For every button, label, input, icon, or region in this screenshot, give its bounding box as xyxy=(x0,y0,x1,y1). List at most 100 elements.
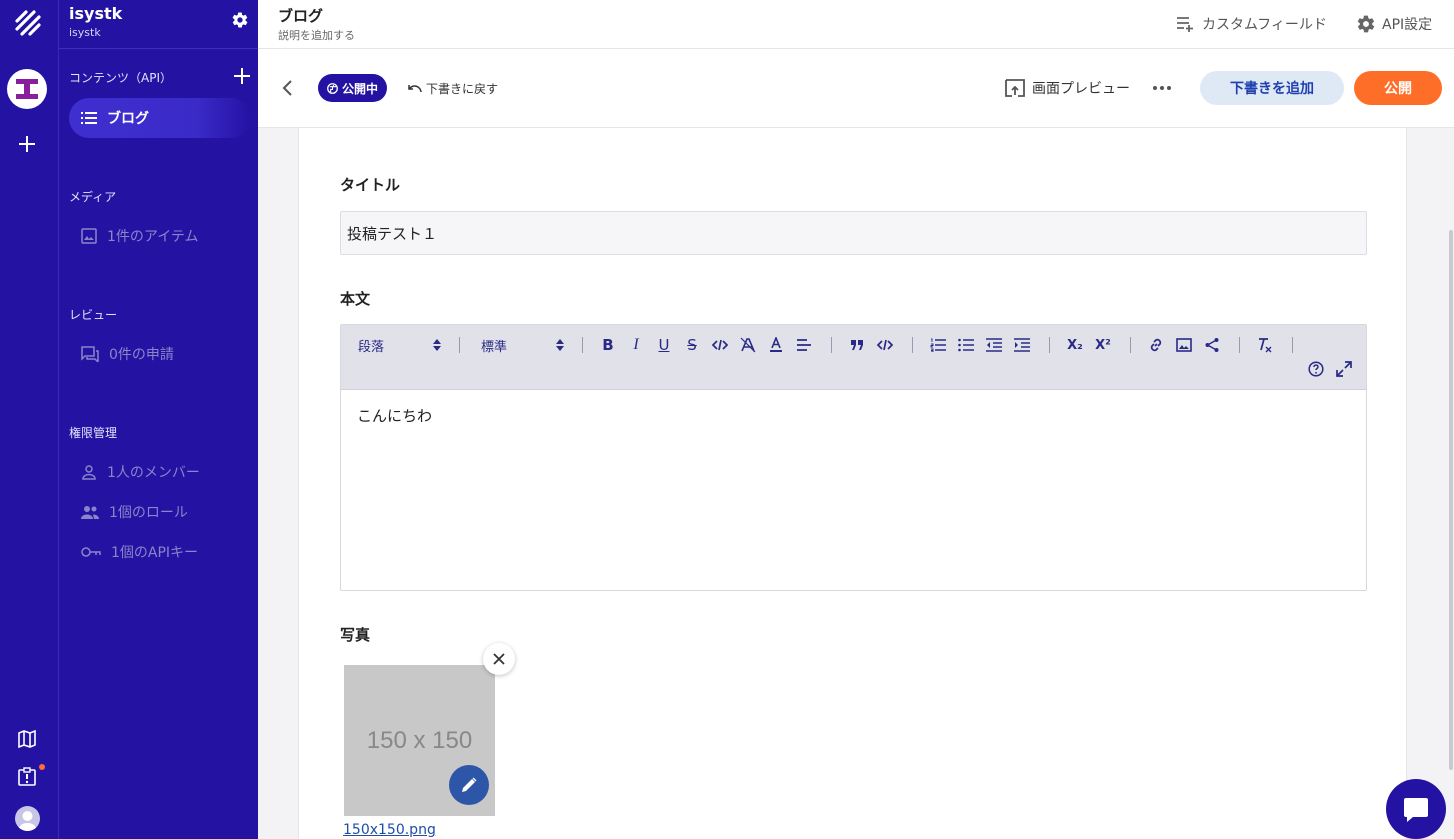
sidebar-item-review[interactable]: 0件の申請 xyxy=(81,344,174,364)
clear-format-button[interactable] xyxy=(1256,336,1274,354)
playlist-add-icon xyxy=(1177,17,1193,32)
title-input[interactable]: 投稿テスト１ xyxy=(340,211,1367,255)
sidebar-item-roles[interactable]: 1個のロール xyxy=(81,502,188,522)
inline-code-icon xyxy=(712,339,728,351)
custom-field-button[interactable]: カスタムフィールド xyxy=(1176,14,1327,34)
toolbar-separator xyxy=(1049,337,1050,353)
back-chevron-icon[interactable] xyxy=(278,78,298,98)
size-select-caret-icon xyxy=(556,339,564,351)
support-chat-button[interactable] xyxy=(1386,779,1446,839)
sidebar: isystk isystk コンテンツ（API） ブログ メディア 1件のアイテ… xyxy=(58,0,259,839)
align-left-icon xyxy=(797,339,811,351)
publish-button[interactable]: 公開 xyxy=(1354,71,1442,105)
fullscreen-button[interactable] xyxy=(1335,360,1353,378)
status-label: 公開中 xyxy=(342,81,379,96)
preview-label: 画面プレビュー xyxy=(1032,81,1130,97)
bold-button[interactable]: B xyxy=(599,336,617,354)
text-color-button[interactable] xyxy=(767,336,785,354)
content-editor: タイトル 投稿テスト１ 本文 段落 標準 B I U S X₂ X² こんにちわ… xyxy=(298,128,1407,839)
revert-label: 下書きに戻す xyxy=(426,81,499,96)
ordered-list-button[interactable] xyxy=(929,336,947,354)
app-rail xyxy=(0,0,58,839)
add-draft-button[interactable]: 下書きを追加 xyxy=(1200,71,1344,105)
service-id: isystk xyxy=(69,26,101,39)
custom-field-label: カスタムフィールド xyxy=(1202,17,1327,33)
list-icon xyxy=(81,112,97,124)
globe-icon xyxy=(327,82,338,94)
indent-icon xyxy=(1014,338,1030,352)
add-service-icon[interactable] xyxy=(17,134,37,154)
screen-preview-button[interactable]: 画面プレビュー xyxy=(1005,77,1130,99)
paragraph-format-select[interactable]: 段落 xyxy=(358,336,384,355)
toolbar-separator xyxy=(582,337,583,353)
sidebar-item-apikeys[interactable]: 1個のAPIキー xyxy=(81,542,198,562)
inline-code-button[interactable] xyxy=(711,336,729,354)
bullet-list-button[interactable] xyxy=(957,336,975,354)
status-badge: 公開中 xyxy=(318,74,388,102)
map-icon[interactable] xyxy=(17,729,37,749)
sidebar-item-blog[interactable]: ブログ xyxy=(69,98,251,138)
preview-icon xyxy=(1005,79,1025,97)
user-icon xyxy=(18,811,37,831)
editor-body-text[interactable]: こんにちわ xyxy=(357,405,432,426)
more-options-icon[interactable] xyxy=(1152,78,1172,98)
review-section-label: レビュー xyxy=(69,308,118,322)
editor-toolbar: 段落 標準 B I U S X₂ X² xyxy=(341,325,1366,390)
blockquote-button[interactable] xyxy=(848,336,866,354)
edit-photo-button[interactable] xyxy=(449,765,489,805)
highlight-icon xyxy=(740,337,756,353)
ordered-list-icon xyxy=(930,338,946,352)
notification-dot xyxy=(39,764,45,770)
body-field-label: 本文 xyxy=(340,290,371,308)
align-button[interactable] xyxy=(795,336,813,354)
service-avatar[interactable] xyxy=(7,69,47,109)
media-section-label: メディア xyxy=(69,190,117,204)
highlight-button[interactable] xyxy=(739,336,757,354)
insert-image-button[interactable] xyxy=(1175,336,1193,354)
api-settings-button[interactable]: API設定 xyxy=(1356,14,1432,34)
content-action-bar: 公開中 下書きに戻す 画面プレビュー 下書きを追加 公開 xyxy=(258,49,1454,128)
embed-button[interactable] xyxy=(1203,336,1221,354)
add-description-link[interactable]: 説明を追加する xyxy=(278,27,355,43)
page-header: ブログ 説明を追加する カスタムフィールド API設定 xyxy=(258,0,1454,49)
subscript-button[interactable]: X₂ xyxy=(1066,336,1084,354)
key-icon xyxy=(81,547,101,557)
expand-icon xyxy=(1336,361,1352,377)
remove-photo-button[interactable] xyxy=(483,643,515,675)
superscript-button[interactable]: X² xyxy=(1094,336,1112,354)
link-button[interactable] xyxy=(1147,336,1165,354)
text-color-icon xyxy=(770,337,782,352)
outdent-button[interactable] xyxy=(985,336,1003,354)
sidebar-item-members-label: 1人のメンバー xyxy=(107,465,200,481)
review-chat-icon xyxy=(81,346,99,362)
code-block-button[interactable] xyxy=(876,336,894,354)
permission-section-label: 権限管理 xyxy=(69,426,118,440)
content-api-section-label: コンテンツ（API） xyxy=(69,71,172,85)
quote-icon xyxy=(851,340,863,350)
page-scrollbar[interactable] xyxy=(1449,230,1453,770)
add-api-icon[interactable] xyxy=(233,67,251,85)
indent-button[interactable] xyxy=(1013,336,1031,354)
image-icon xyxy=(81,228,97,244)
group-icon xyxy=(81,506,99,519)
format-select-caret-icon xyxy=(433,339,441,351)
sidebar-item-members[interactable]: 1人のメンバー xyxy=(81,462,200,482)
italic-button[interactable]: I xyxy=(627,336,645,354)
outdent-icon xyxy=(986,338,1002,352)
notice-icon[interactable] xyxy=(17,767,37,787)
service-settings-gear-icon[interactable] xyxy=(231,11,249,29)
user-avatar[interactable] xyxy=(15,806,40,831)
photo-filename-link[interactable]: 150x150.png xyxy=(343,822,436,838)
help-button[interactable] xyxy=(1307,360,1325,378)
font-size-select[interactable]: 標準 xyxy=(481,336,507,355)
gear-icon xyxy=(1357,15,1375,33)
page-title: ブログ xyxy=(278,7,324,25)
underline-button[interactable]: U xyxy=(655,336,673,354)
sidebar-item-media[interactable]: 1件のアイテム xyxy=(81,226,199,246)
strikethrough-button[interactable]: S xyxy=(683,336,701,354)
api-settings-label: API設定 xyxy=(1382,17,1433,33)
code-block-icon xyxy=(877,339,893,351)
sidebar-divider xyxy=(59,48,259,49)
microcms-logo-icon[interactable] xyxy=(13,8,43,38)
revert-to-draft-button[interactable]: 下書きに戻す xyxy=(408,79,498,97)
